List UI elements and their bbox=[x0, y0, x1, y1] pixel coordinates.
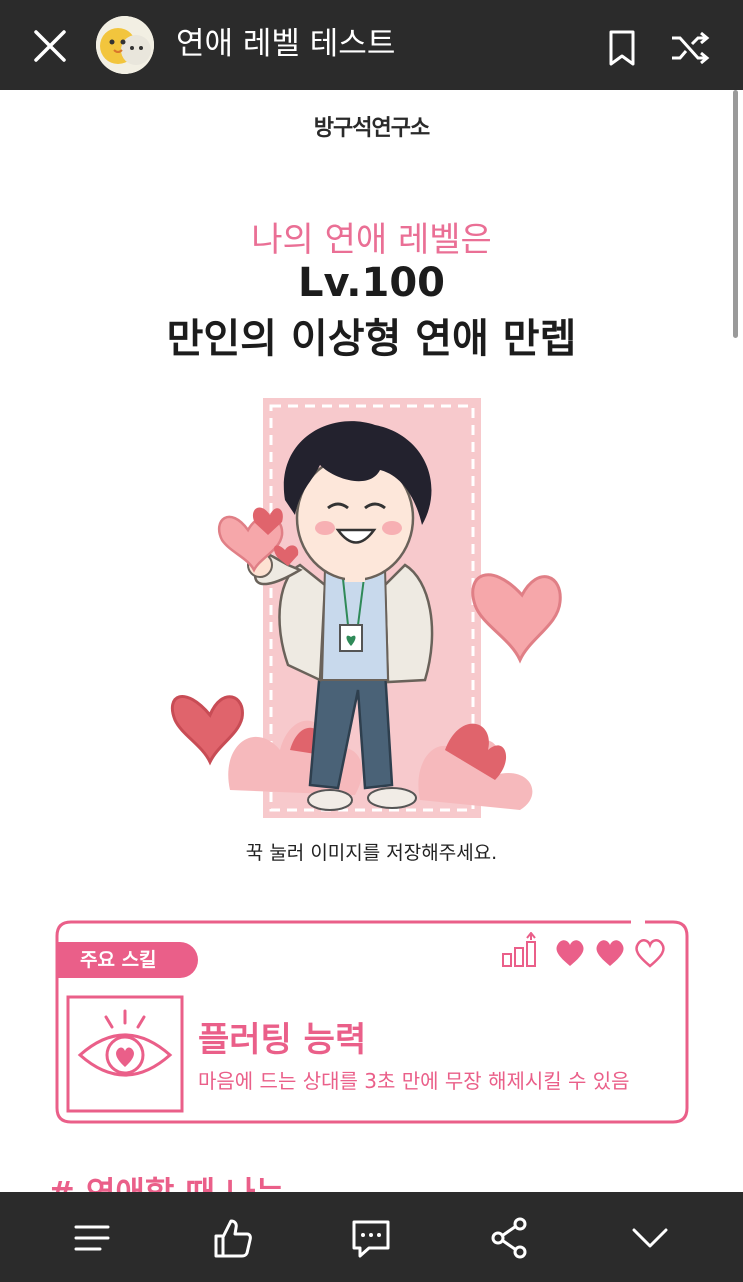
like-icon[interactable] bbox=[210, 1216, 254, 1260]
level-up-icon bbox=[502, 932, 536, 967]
skill-badge: 주요 스킬 bbox=[58, 942, 198, 978]
top-bar: 연애 레벨 테스트 bbox=[0, 0, 743, 90]
heart-filled-icon bbox=[556, 940, 584, 966]
save-caption: 꾹 눌러 이미지를 저장해주세요. bbox=[245, 842, 498, 864]
result-content[interactable]: 방구석연구소 나의 연애 레벨은 Lv.100 만인의 이상형 연애 만렙 꾹 … bbox=[0, 90, 743, 1192]
skill-description: 마음에 드는 상대를 3초 만에 무장 해제시킬 수 있음 bbox=[198, 1069, 630, 1093]
comment-icon[interactable] bbox=[349, 1216, 393, 1260]
result-subhead: 나의 연애 레벨은 bbox=[251, 220, 492, 260]
scrollbar-thumb[interactable] bbox=[733, 90, 738, 338]
page-title: 연애 레벨 테스트 bbox=[176, 26, 396, 62]
brand-logo: 방구석연구소 bbox=[313, 116, 430, 141]
bottom-bar bbox=[0, 1192, 743, 1282]
result-level: Lv.100 bbox=[298, 260, 445, 306]
result-level-name: 만인의 이상형 연애 만렙 bbox=[166, 316, 577, 362]
skill-rating bbox=[500, 932, 670, 972]
shuffle-icon[interactable] bbox=[668, 28, 712, 68]
chevron-down-icon[interactable] bbox=[628, 1216, 672, 1260]
flirting-eye-icon bbox=[66, 995, 184, 1113]
section-header: # 연애할 때 나는 bbox=[48, 1168, 285, 1192]
result-illustration[interactable] bbox=[160, 390, 580, 820]
heart-filled-icon bbox=[596, 940, 624, 966]
skill-title: 플러팅 능력 bbox=[198, 1020, 367, 1060]
share-icon[interactable] bbox=[488, 1216, 532, 1260]
bookmark-icon[interactable] bbox=[604, 28, 640, 68]
app-avatar[interactable] bbox=[96, 16, 154, 74]
close-icon[interactable] bbox=[30, 26, 70, 66]
menu-icon[interactable] bbox=[70, 1216, 114, 1260]
heart-empty-icon bbox=[635, 939, 665, 968]
